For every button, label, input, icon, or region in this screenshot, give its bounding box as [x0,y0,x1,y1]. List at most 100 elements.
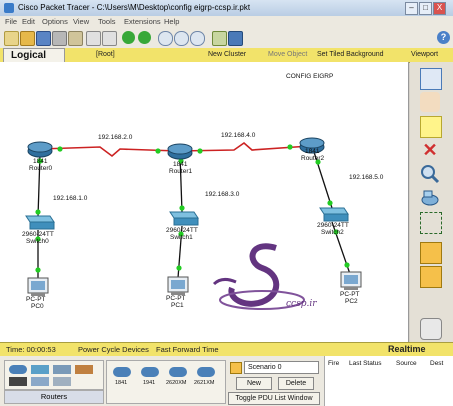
select-tool-icon[interactable] [420,68,442,90]
pc-model: PC-PT [26,296,46,303]
pc-model: PC-PT [166,295,186,302]
router-2621xm-icon[interactable] [197,367,215,377]
close-button[interactable]: X [433,2,446,15]
drawing-palette-icon[interactable] [212,31,227,46]
hand-tool-icon[interactable] [420,92,440,112]
help-icon[interactable]: ? [437,31,450,44]
device-model-label: 2620XM [166,380,187,386]
pdu-header-dest[interactable]: Dest [430,360,443,367]
pdu-header-source[interactable]: Source [396,360,417,367]
menu-tools[interactable]: Tools [98,17,116,26]
router-1941-icon[interactable] [141,367,159,377]
activity-wizard-icon[interactable] [68,31,83,46]
pdu-list-table: Fire Last Status Source Dest [324,356,453,406]
print-icon[interactable] [52,31,67,46]
network-label: 192.168.5.0 [349,174,384,181]
menu-extensions[interactable]: Extensions [124,17,161,26]
link-up-icon [179,205,185,211]
power-cycle-button[interactable]: Power Cycle Devices [78,345,149,354]
simple-pdu-icon[interactable] [420,242,442,264]
viewport-button[interactable]: Viewport [411,51,438,58]
zoom-in-icon[interactable] [158,31,173,46]
open-folder-icon[interactable] [20,31,35,46]
wireless-category-icon[interactable] [75,365,93,374]
logical-workspace[interactable]: ccsp.ir CONFIG EIGRP 192.168.2.0 192.168… [0,62,409,342]
logical-toolbar: [Root] New Cluster Move Object Set Tiled… [0,48,453,63]
link-up-icon [155,148,161,154]
draw-shape-tool-icon[interactable] [420,188,440,208]
router-1841-icon[interactable] [113,367,131,377]
delete-scenario-button[interactable]: Delete [278,377,314,390]
menu-file[interactable]: File [5,17,17,26]
network-label: 192.168.2.0 [98,134,133,141]
router-model: 1841 [305,148,320,155]
switch-model: 2960-24TT [166,227,198,234]
maximize-button[interactable]: □ [419,2,432,15]
switch-name: Switch0 [26,238,49,245]
link-up-icon [57,146,63,152]
end-devices-category-icon[interactable] [31,377,49,386]
router-model: 1841 [173,161,188,168]
minimize-button[interactable]: – [405,2,418,15]
toggle-pdu-list-button[interactable]: Toggle PDU List Window [228,392,320,405]
copy-icon[interactable] [86,31,101,46]
link-up-icon [344,262,350,268]
root-label[interactable]: [Root] [96,51,115,58]
redo-icon[interactable] [138,31,151,44]
zoom-reset-icon[interactable] [174,31,189,46]
scenario-select[interactable]: Scenario 0 [244,361,319,374]
switch-name: Switch2 [321,229,344,236]
toolbar: ? [0,28,453,49]
device-categories [4,360,104,390]
new-cluster-button[interactable]: New Cluster [208,51,246,58]
routers-category-icon[interactable] [9,365,27,374]
zoom-out-icon[interactable] [190,31,205,46]
note-tool-icon[interactable] [420,116,442,138]
router-model: 1841 [33,158,48,165]
realtime-mode-label[interactable]: Realtime [388,344,426,354]
pdu-header-fire[interactable]: Fire [328,360,339,367]
network-label: 192.168.1.0 [53,195,88,202]
delete-tool-icon[interactable]: ✕ [420,140,440,160]
router-icon[interactable] [27,141,53,158]
menu-view[interactable]: View [73,17,89,26]
connections-category-icon[interactable] [9,377,27,386]
complex-pdu-icon[interactable] [420,266,442,288]
move-object-button[interactable]: Move Object [268,51,307,58]
fast-forward-button[interactable]: Fast Forward Time [156,345,219,354]
switch-icon[interactable] [25,215,55,230]
save-icon[interactable] [36,31,51,46]
scenario-panel: Scenario 0 New Delete Toggle PDU List Wi… [228,360,322,405]
device-category-label: Routers [4,390,104,404]
realtime-clock-icon[interactable] [420,318,442,340]
router-name: Router1 [169,168,193,175]
undo-icon[interactable] [122,31,135,44]
set-tiled-background-button[interactable]: Set Tiled Background [317,51,384,58]
pc-icon[interactable] [27,277,49,296]
router-icon[interactable] [167,143,193,160]
network-label: 192.168.3.0 [205,191,240,198]
switch-model: 2960-24TT [317,222,349,229]
inspect-tool-icon[interactable] [420,164,440,184]
new-file-icon[interactable] [4,31,19,46]
status-bar: Time: 00:00:53 Power Cycle Devices Fast … [0,342,453,357]
pc-icon[interactable] [340,271,362,290]
new-scenario-button[interactable]: New [236,377,272,390]
switch-name: Switch1 [170,234,193,241]
paste-icon[interactable] [102,31,117,46]
menu-edit[interactable]: Edit [22,17,35,26]
switch-icon[interactable] [319,207,349,222]
hubs-category-icon[interactable] [53,365,71,374]
wan-emulation-category-icon[interactable] [53,377,71,386]
resize-shape-tool-icon[interactable] [420,212,442,234]
pdu-header-last-status[interactable]: Last Status [349,360,382,367]
pc-icon[interactable] [167,276,189,295]
menu-help[interactable]: Help [164,17,179,26]
switch-icon[interactable] [169,211,199,226]
time-display: Time: 00:00:53 [6,345,56,354]
router-2620xm-icon[interactable] [169,367,187,377]
menu-options[interactable]: Options [42,17,68,26]
custom-devices-icon[interactable] [228,31,243,46]
router-name: Router2 [301,155,325,162]
switches-category-icon[interactable] [31,365,49,374]
